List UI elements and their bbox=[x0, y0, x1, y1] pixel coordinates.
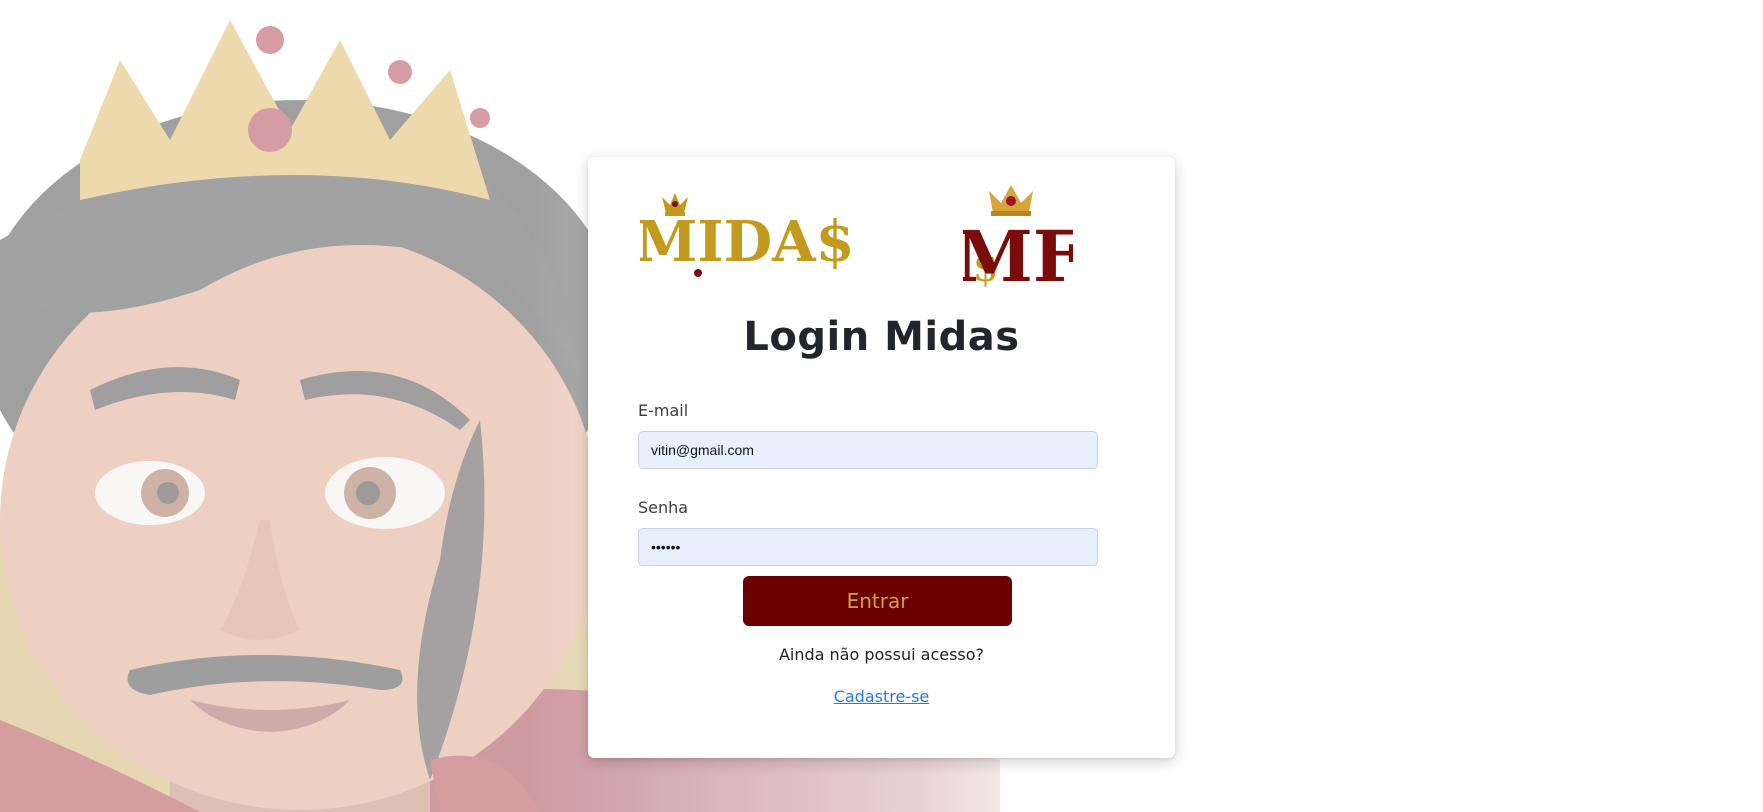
submit-button[interactable]: Entrar bbox=[743, 576, 1012, 626]
email-input[interactable] bbox=[638, 431, 1098, 469]
login-card: MIDA$ $ MF Login Midas E-mail Senha Entr… bbox=[588, 157, 1175, 758]
password-label: Senha bbox=[638, 498, 689, 517]
page-title: Login Midas bbox=[743, 314, 1020, 360]
email-label: E-mail bbox=[638, 401, 689, 420]
signup-link[interactable]: Cadastre-se bbox=[588, 687, 1175, 706]
midas-logo: MIDA$ bbox=[640, 193, 850, 277]
login-page: MIDA$ $ MF Login Midas E-mail Senha Entr… bbox=[0, 0, 1763, 812]
mf-crown-logo: $ MF bbox=[963, 185, 1073, 287]
mf-monogram-text: MF bbox=[963, 215, 1073, 287]
midas-logo-text: MIDA$ bbox=[640, 209, 850, 275]
password-input[interactable] bbox=[638, 528, 1098, 566]
no-access-text: Ainda não possui acesso? bbox=[778, 645, 985, 664]
